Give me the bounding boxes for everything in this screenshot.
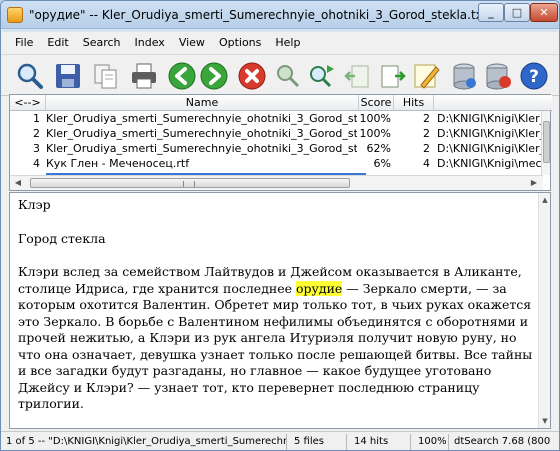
forward-icon[interactable] (199, 61, 229, 91)
row-number: 4 (33, 157, 40, 170)
row-score: 100% (359, 127, 391, 140)
results-horizontal-scroll-thumb[interactable] (30, 178, 350, 188)
status-files: 5 files (291, 434, 347, 450)
close-button[interactable]: ✕ (530, 3, 558, 22)
status-version: dtSearch 7.68 (8009) (454, 436, 551, 447)
column-score[interactable]: Score (359, 95, 394, 111)
copy-icon[interactable] (91, 61, 121, 91)
status-hits: 14 hits (351, 434, 411, 450)
row-path: D:\KNIGI\Knigi\meche (437, 157, 543, 170)
back-icon[interactable] (167, 61, 197, 91)
title-bar: "орудие" -- Kler_Orudiya_smerti_Sumerech… (1, 1, 559, 29)
row-hits: 2 (423, 142, 430, 155)
row-name: Kler_Orudiya_smerti_Sumerechnyie_ohotnik… (46, 112, 357, 125)
stop-icon[interactable] (237, 61, 267, 91)
row-number: 3 (33, 142, 40, 155)
app-window: "орудие" -- Kler_Orudiya_smerti_Sumerech… (0, 0, 560, 451)
results-vertical-scrollbar[interactable] (541, 111, 550, 175)
preview-author: Клэр (18, 197, 51, 212)
row-path: D:\KNIGI\Knigi\Kler_O (437, 142, 543, 155)
menu-edit[interactable]: Edit (47, 36, 68, 49)
toggle-columns-button[interactable]: <--> (10, 95, 46, 111)
table-row[interactable]: 2 Kler_Orudiya_smerti_Sumerechnyie_ohotn… (10, 126, 543, 141)
row-name: Кук Глен - Меченосец.rtf (46, 157, 190, 170)
search-hit-highlight[interactable]: орудие (296, 280, 343, 296)
row-score: 62% (366, 142, 391, 155)
row-number: 2 (33, 127, 40, 140)
table-row-selected[interactable]: 4 Кук Глен - Меченосец.rtf 6% 4 D:\KNIGI… (10, 156, 543, 171)
svg-text:?: ? (529, 67, 539, 87)
results-vertical-scroll-thumb[interactable] (543, 121, 550, 163)
scroll-left-icon[interactable]: ◀ (13, 178, 23, 188)
window-title: "орудие" -- Kler_Orudiya_smerti_Sumerech… (29, 8, 553, 22)
maximize-button[interactable]: □ (504, 3, 530, 22)
row-hits: 4 (423, 157, 430, 170)
status-position: 1 of 5 -- "D:\KNIGI\Knigi\Kler_Orudiya_s… (3, 434, 287, 450)
minimize-button[interactable]: _ (478, 3, 504, 22)
row-name: Kler_Orudiya_smerti_Sumerechnyie_ohotnik… (46, 127, 357, 140)
search-again-icon[interactable] (307, 61, 337, 91)
preview-text: Клэр Город стекла Клэри вслед за семейст… (18, 197, 533, 428)
scroll-right-icon[interactable]: ▶ (529, 178, 539, 188)
index-manager-icon[interactable] (483, 61, 513, 91)
preview-text-after-hit: — Зеркало смерти, — за которым охотится … (18, 280, 533, 412)
results-horizontal-scrollbar[interactable]: ◀ ▶ (10, 175, 543, 190)
save-icon[interactable] (53, 61, 83, 91)
print-icon[interactable] (129, 61, 159, 91)
preview-paragraph: Клэри вслед за семейством Лайтвудов и Дж… (18, 264, 533, 413)
scroll-down-icon[interactable]: ▼ (540, 416, 550, 426)
row-name: Kler_Orudiya_smerti_Sumerechnyie_ohotnik… (46, 142, 357, 155)
toolbar: ? (1, 54, 559, 96)
status-bar: 1 of 5 -- "D:\KNIGI\Knigi\Kler_Orudiya_s… (1, 431, 559, 450)
table-row[interactable]: 1 Kler_Orudiya_smerti_Sumerechnyie_ohotn… (10, 111, 543, 126)
browse-words-icon[interactable] (273, 61, 303, 91)
preview-vertical-scrollbar[interactable]: ▲ ▼ (538, 193, 550, 428)
row-path: D:\KNIGI\Knigi\Kler_O (437, 112, 543, 125)
edit-icon[interactable] (411, 61, 441, 91)
document-preview[interactable]: Клэр Город стекла Клэри вслед за семейст… (9, 192, 551, 429)
menu-file[interactable]: File (15, 36, 33, 49)
menu-search[interactable]: Search (83, 36, 121, 49)
help-icon[interactable]: ? (519, 61, 549, 91)
previous-document-icon[interactable] (343, 61, 373, 91)
row-score: 100% (359, 112, 391, 125)
row-number: 1 (33, 112, 40, 125)
table-row[interactable]: 3 Kler_Orudiya_smerti_Sumerechnyie_ohotn… (10, 141, 543, 156)
grip-icon (183, 181, 195, 187)
row-score: 6% (373, 157, 391, 170)
menu-options[interactable]: Options (219, 36, 261, 49)
menu-index[interactable]: Index (135, 36, 165, 49)
dtsearch-app-icon (7, 7, 23, 23)
column-path[interactable] (434, 95, 552, 111)
results-header: <--> Name Score Hits (10, 95, 552, 111)
column-name[interactable]: Name (46, 95, 359, 111)
next-document-icon[interactable] (377, 61, 407, 91)
status-zoom: 100% (415, 434, 449, 450)
preview-title: Город стекла (18, 230, 106, 246)
menu-view[interactable]: View (179, 36, 205, 49)
index-icon[interactable] (449, 61, 479, 91)
results-list: <--> Name Score Hits 1 Kler_Orudiya_smer… (9, 94, 552, 191)
scroll-up-icon[interactable]: ▲ (540, 195, 550, 205)
row-hits: 2 (423, 127, 430, 140)
search-icon[interactable] (15, 61, 45, 91)
row-hits: 2 (423, 112, 430, 125)
row-path: D:\KNIGI\Knigi\Kler_O (437, 127, 543, 140)
column-hits[interactable]: Hits (394, 95, 434, 111)
menu-help[interactable]: Help (275, 36, 300, 49)
menu-bar: File Edit Search Index View Options Help (1, 32, 559, 52)
